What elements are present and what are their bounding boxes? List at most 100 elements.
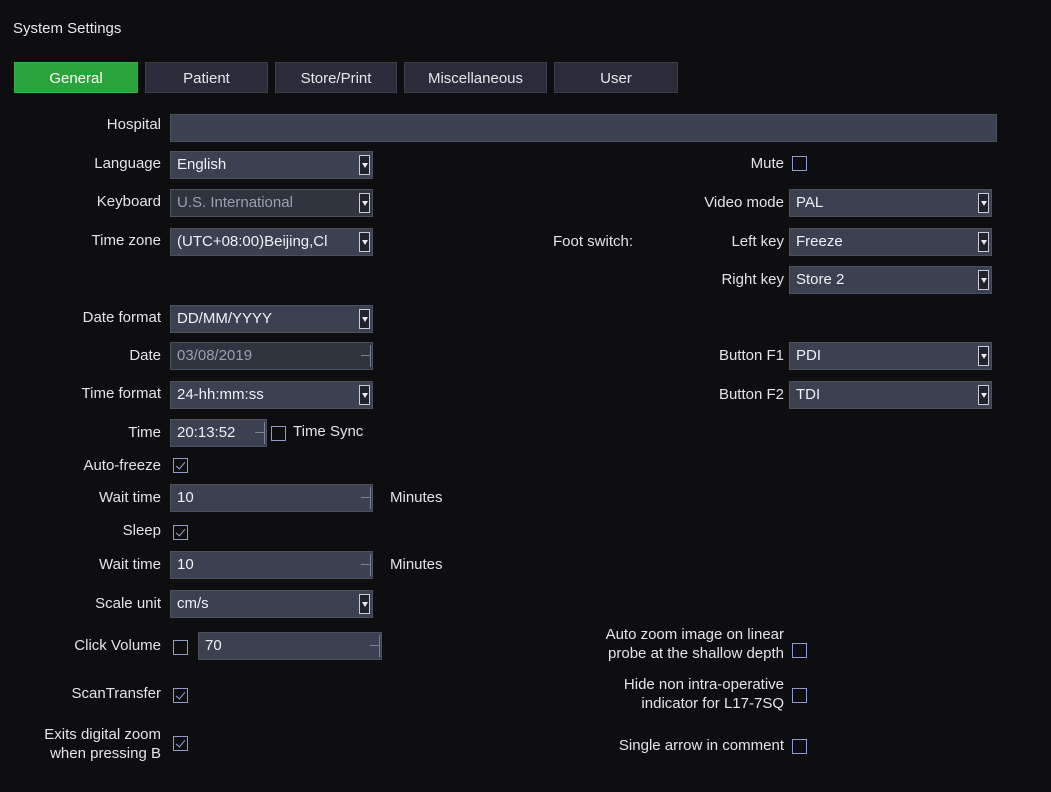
spinner-icon[interactable] <box>255 422 265 444</box>
keyboard-value: U.S. International <box>177 194 293 211</box>
button-f1-dropdown[interactable]: PDI <box>789 342 992 370</box>
auto-freeze-wait-value: 10 <box>177 489 194 506</box>
hide-non-intra-label-line2: indicator for L17-7SQ <box>641 695 784 712</box>
tab-general[interactable]: General <box>14 62 138 93</box>
scale-unit-dropdown[interactable]: cm/s <box>170 590 373 618</box>
chevron-down-icon[interactable] <box>978 232 989 252</box>
exits-digital-zoom-label-line2: when pressing B <box>50 745 161 762</box>
spinner-icon[interactable] <box>361 345 371 367</box>
video-mode-label: Video mode <box>704 194 784 211</box>
left-key-value: Freeze <box>796 233 843 250</box>
time-format-label: Time format <box>81 385 161 402</box>
right-key-value: Store 2 <box>796 271 845 288</box>
tab-patient[interactable]: Patient <box>145 62 268 93</box>
chevron-down-icon[interactable] <box>359 594 370 614</box>
date-format-dropdown[interactable]: DD/MM/YYYY <box>170 305 373 333</box>
mute-label: Mute <box>750 155 784 172</box>
hide-non-intra-checkbox[interactable] <box>792 688 807 703</box>
language-value: English <box>177 156 227 173</box>
auto-zoom-label-line1: Auto zoom image on linear <box>605 626 784 643</box>
exits-digital-zoom-label: Exits digital zoom when pressing B <box>44 725 161 763</box>
time-sync-checkbox[interactable] <box>271 426 286 441</box>
chevron-down-icon[interactable] <box>978 346 989 366</box>
date-input[interactable]: 03/08/2019 <box>170 342 373 370</box>
language-label: Language <box>94 155 161 172</box>
auto-freeze-wait-label: Wait time <box>99 489 161 506</box>
auto-zoom-label: Auto zoom image on linear probe at the s… <box>606 625 784 663</box>
scale-unit-label: Scale unit <box>95 595 161 612</box>
hospital-label: Hospital <box>106 116 161 133</box>
time-label: Time <box>128 424 161 441</box>
time-sync-label: Time Sync <box>293 423 364 440</box>
button-f2-value: TDI <box>796 386 821 403</box>
button-f2-label: Button F2 <box>718 386 784 403</box>
auto-freeze-label: Auto-freeze <box>83 457 161 474</box>
sleep-wait-unit: Minutes <box>390 556 443 573</box>
right-key-label: Right key <box>721 271 784 288</box>
scale-unit-value: cm/s <box>177 595 209 612</box>
mute-checkbox[interactable] <box>792 156 807 171</box>
single-arrow-checkbox[interactable] <box>792 739 807 754</box>
sleep-wait-label: Wait time <box>99 556 161 573</box>
chevron-down-icon[interactable] <box>978 193 989 213</box>
click-volume-value: 70 <box>205 637 222 654</box>
auto-freeze-wait-unit: Minutes <box>390 489 443 506</box>
sleep-wait-input[interactable]: 10 <box>170 551 373 579</box>
video-mode-value: PAL <box>796 194 824 211</box>
time-zone-dropdown[interactable]: (UTC+08:00)Beijing,Cl <box>170 228 373 256</box>
button-f1-value: PDI <box>796 347 822 364</box>
video-mode-dropdown[interactable]: PAL <box>789 189 992 217</box>
single-arrow-label: Single arrow in comment <box>618 737 784 754</box>
auto-zoom-checkbox[interactable] <box>792 643 807 658</box>
language-dropdown[interactable]: English <box>170 151 373 179</box>
time-input[interactable]: 20:13:52 <box>170 419 267 447</box>
scan-transfer-checkbox[interactable] <box>173 688 188 703</box>
time-value: 20:13:52 <box>177 424 236 441</box>
date-label: Date <box>129 347 161 364</box>
left-key-dropdown[interactable]: Freeze <box>789 228 992 256</box>
click-volume-checkbox[interactable] <box>173 640 188 655</box>
date-format-label: Date format <box>82 309 161 326</box>
click-volume-label: Click Volume <box>74 637 161 654</box>
chevron-down-icon[interactable] <box>978 385 989 405</box>
time-zone-label: Time zone <box>91 232 161 249</box>
auto-freeze-checkbox[interactable] <box>173 458 188 473</box>
button-f1-label: Button F1 <box>718 347 784 364</box>
sleep-checkbox[interactable] <box>173 525 188 540</box>
spinner-icon[interactable] <box>361 554 371 576</box>
scan-transfer-label: ScanTransfer <box>71 685 161 702</box>
keyboard-dropdown[interactable]: U.S. International <box>170 189 373 217</box>
date-value: 03/08/2019 <box>177 347 253 364</box>
chevron-down-icon[interactable] <box>359 385 370 405</box>
sleep-wait-value: 10 <box>177 556 194 573</box>
chevron-down-icon[interactable] <box>359 232 370 252</box>
tab-user[interactable]: User <box>554 62 678 93</box>
sleep-label: Sleep <box>122 522 161 539</box>
exits-digital-zoom-checkbox[interactable] <box>173 736 188 751</box>
button-f2-dropdown[interactable]: TDI <box>789 381 992 409</box>
tab-store-print[interactable]: Store/Print <box>275 62 397 93</box>
window-title: System Settings <box>13 20 122 37</box>
click-volume-input[interactable]: 70 <box>198 632 382 660</box>
time-format-value: 24-hh:mm:ss <box>177 386 264 403</box>
time-zone-value: (UTC+08:00)Beijing,Cl <box>177 233 328 250</box>
date-format-value: DD/MM/YYYY <box>177 310 273 327</box>
spinner-icon[interactable] <box>370 635 380 657</box>
hide-non-intra-label-line1: Hide non intra-operative <box>623 676 784 693</box>
chevron-down-icon[interactable] <box>978 270 989 290</box>
auto-zoom-label-line2: probe at the shallow depth <box>608 645 784 662</box>
keyboard-label: Keyboard <box>96 193 161 210</box>
chevron-down-icon[interactable] <box>359 309 370 329</box>
time-format-dropdown[interactable]: 24-hh:mm:ss <box>170 381 373 409</box>
exits-digital-zoom-label-line1: Exits digital zoom <box>44 726 161 743</box>
right-key-dropdown[interactable]: Store 2 <box>789 266 992 294</box>
chevron-down-icon[interactable] <box>359 155 370 175</box>
chevron-down-icon[interactable] <box>359 193 370 213</box>
left-key-label: Left key <box>731 233 784 250</box>
hide-non-intra-label: Hide non intra-operative indicator for L… <box>624 675 784 713</box>
tab-miscellaneous[interactable]: Miscellaneous <box>404 62 547 93</box>
hospital-input[interactable] <box>170 114 997 142</box>
spinner-icon[interactable] <box>361 487 371 509</box>
auto-freeze-wait-input[interactable]: 10 <box>170 484 373 512</box>
foot-switch-label: Foot switch: <box>553 233 634 250</box>
